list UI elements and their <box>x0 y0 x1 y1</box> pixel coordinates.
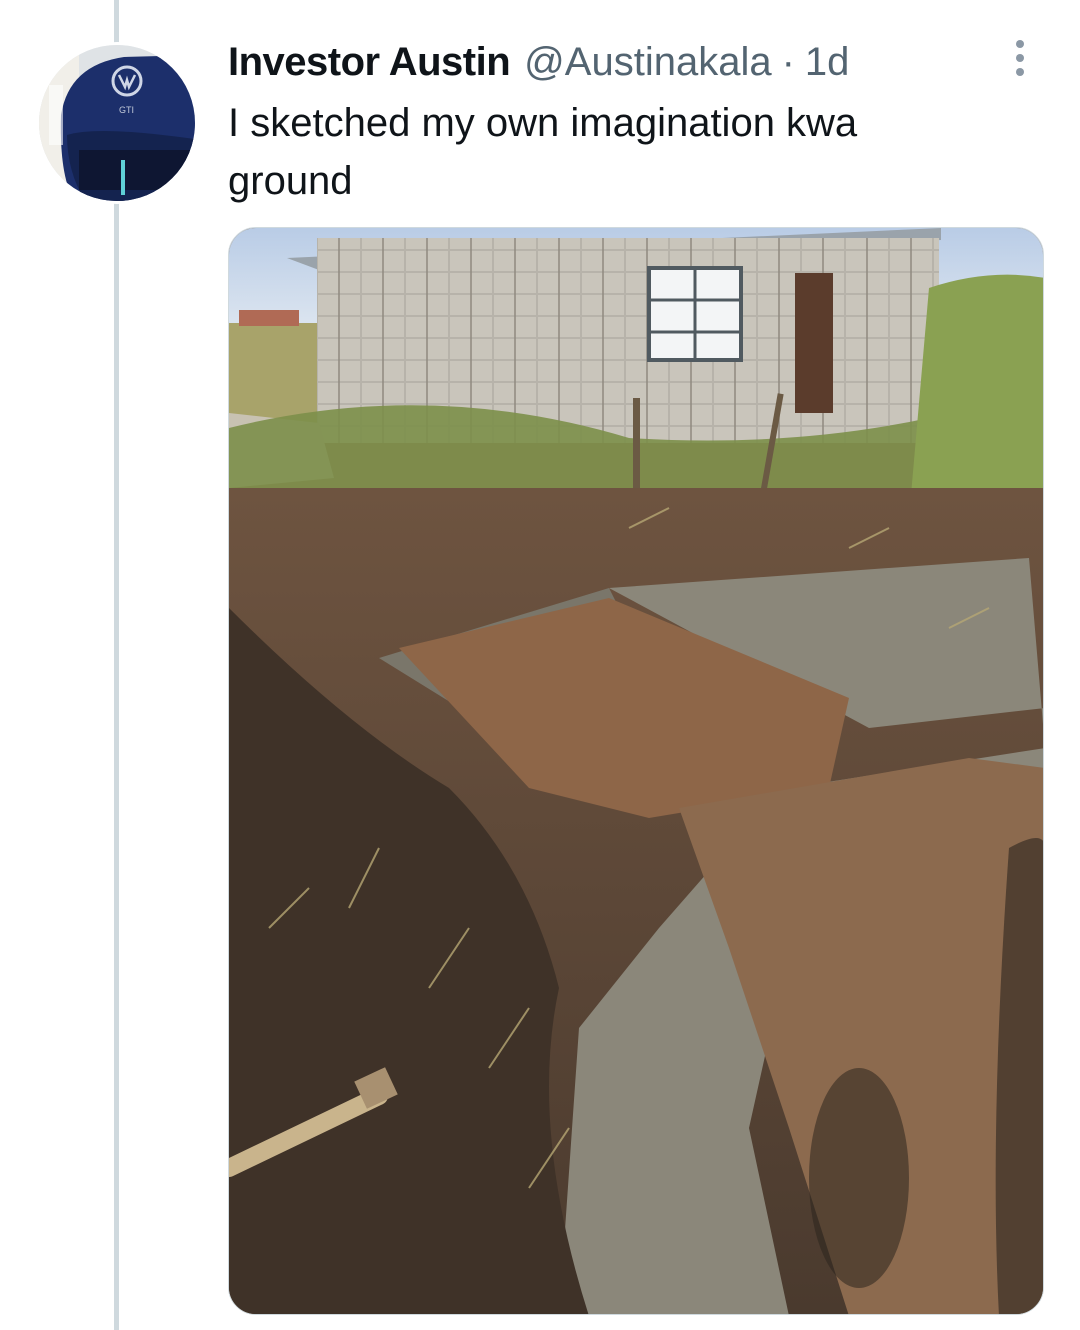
tweet-photo[interactable] <box>228 227 1044 1315</box>
avatar-image: GTI <box>39 45 195 201</box>
user-handle[interactable]: @Austinakala <box>524 38 771 86</box>
photo-trench-sketch <box>229 228 1043 1314</box>
timestamp[interactable]: 1d <box>805 38 850 86</box>
more-options-button[interactable] <box>1000 36 1040 80</box>
separator-dot: · <box>781 40 795 84</box>
display-name[interactable]: Investor Austin <box>228 38 511 86</box>
avatar-badge: GTI <box>119 105 134 115</box>
avatar[interactable]: GTI <box>36 42 198 204</box>
more-vertical-icon <box>1016 40 1024 48</box>
tweet-header: Investor Austin @Austinakala · 1d <box>228 38 849 86</box>
tweet-text: I sketched my own imagination kwa ground <box>228 101 858 203</box>
